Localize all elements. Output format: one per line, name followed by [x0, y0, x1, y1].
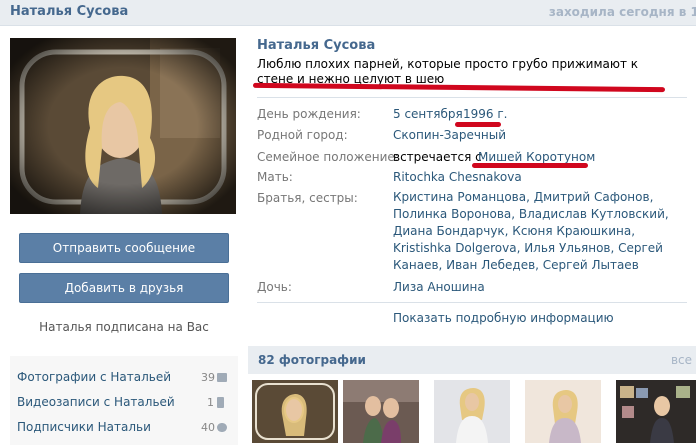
sidebar-item-photos[interactable]: Фотографии с Натальей — [17, 370, 171, 384]
photo-thumbnail-image — [525, 380, 601, 443]
photo-thumbnail[interactable] — [343, 380, 419, 443]
sidebar-followers-count: 40 — [201, 421, 215, 434]
info-divider — [257, 302, 687, 303]
profile-name: Наталья Сусова — [257, 38, 376, 53]
mother-link[interactable]: Ritochka Chesnakova — [393, 169, 683, 186]
photos-title[interactable]: 82 фотографии — [258, 353, 366, 367]
send-message-button[interactable]: Отправить сообщение — [19, 233, 229, 263]
photos-all-link[interactable]: все — [671, 353, 692, 367]
film-icon — [217, 397, 224, 408]
sidebar-photos-count: 39 — [201, 371, 215, 384]
siblings-links[interactable]: Кристина Романцова, Дмитрий Сафонов, Пол… — [393, 189, 683, 274]
birthday-label: День рождения: — [257, 107, 361, 121]
birthday-year-link[interactable]: 1996 г. — [463, 106, 507, 123]
show-details-link[interactable]: Показать подробную информацию — [393, 310, 683, 327]
profile-header-bar: Наталья Сусова заходила сегодня в 1:3 — [0, 0, 696, 26]
photos-header[interactable]: 82 фотографии все — [248, 346, 696, 374]
header-name[interactable]: Наталья Сусова — [10, 4, 128, 19]
daughter-link[interactable]: Лиза Аношина — [393, 279, 683, 296]
sidebar-item-videos[interactable]: Видеозаписи с Натальей — [17, 395, 175, 409]
photo-thumbnail-image — [434, 380, 510, 443]
hometown-label: Родной город: — [257, 128, 348, 142]
photo-thumbnail-image — [616, 380, 696, 443]
birthday-day-link[interactable]: 5 сентября — [393, 106, 463, 123]
photo-thumbnail[interactable] — [434, 380, 510, 443]
relationship-label: Семейное положение: — [257, 150, 399, 164]
status-text[interactable]: Люблю плохих парней, которые просто груб… — [257, 57, 677, 87]
photo-thumbnail[interactable] — [525, 380, 601, 443]
daughter-label: Дочь: — [257, 280, 292, 294]
sidebar-videos-count: 1 — [207, 396, 214, 409]
hometown-link[interactable]: Скопин-Заречный — [393, 127, 683, 144]
red-underline-partner — [472, 163, 588, 168]
photo-thumbnail-image — [343, 380, 419, 443]
avatar-image — [10, 38, 236, 214]
mother-label: Мать: — [257, 170, 293, 184]
photo-thumbnail-image — [252, 380, 338, 443]
sidebar-item-followers[interactable]: Подписчики Натальи — [17, 420, 151, 434]
photo-thumbnail[interactable] — [252, 380, 338, 443]
profile-avatar[interactable] — [10, 38, 236, 214]
add-friend-button[interactable]: Добавить в друзья — [19, 273, 229, 303]
status-divider — [257, 97, 687, 98]
subscribed-note: Наталья подписана на Вас — [39, 320, 209, 334]
last-seen-status: заходила сегодня в 1:3 — [548, 5, 696, 19]
people-icon — [217, 423, 227, 432]
camera-icon — [217, 373, 227, 382]
siblings-label: Братья, сестры: — [257, 191, 358, 205]
photo-thumbnail[interactable] — [616, 380, 696, 443]
relationship-prefix: встречается с — [393, 150, 482, 164]
